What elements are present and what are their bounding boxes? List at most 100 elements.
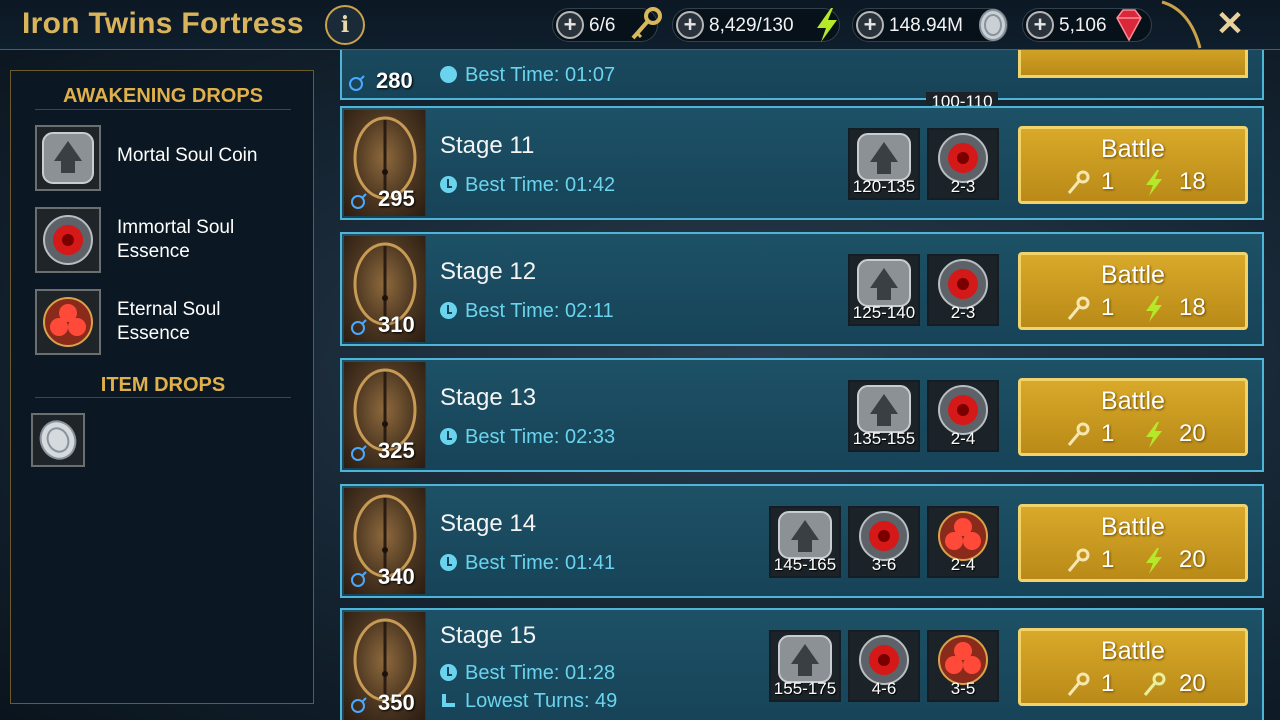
keys-value: 6/6	[589, 15, 616, 36]
close-button[interactable]: ✕	[1208, 4, 1252, 46]
clock-icon	[440, 428, 457, 445]
keys-cost: 1	[1101, 420, 1115, 447]
stage-lowest-turns: Lowest Turns: 49	[440, 690, 617, 713]
section-divider	[35, 397, 291, 398]
reward-immortal-soul-essence[interactable]: 2-3	[927, 128, 999, 200]
reward-qty: 155-175	[773, 679, 837, 698]
reward-immortal-soul-essence[interactable]: 2-4	[927, 380, 999, 452]
stage-name: Stage 11	[440, 132, 535, 159]
silver-coin-icon	[979, 9, 1007, 41]
silver-resource: + 148.94M	[852, 8, 1008, 42]
stage-card-13: 325 Stage 13 Best Time: 02:33 135-155 2-…	[340, 358, 1264, 472]
power-icon	[349, 75, 365, 91]
add-energy-button[interactable]: +	[676, 11, 704, 39]
keys-resource: + 6/6	[552, 7, 662, 42]
key-icon	[1067, 548, 1090, 572]
keys-cost: 1	[1101, 670, 1115, 697]
add-keys-button[interactable]: +	[556, 11, 584, 39]
key-icon	[1067, 672, 1090, 696]
battle-button[interactable]	[1018, 50, 1248, 78]
drop-item-eternal-soul-essence[interactable]: Eternal Soul Essence	[35, 289, 305, 357]
battle-button[interactable]: Battle 1 18	[1018, 252, 1248, 330]
battle-label: Battle	[1101, 387, 1165, 415]
silver-value: 148.94M	[889, 15, 963, 36]
reward-immortal-soul-essence[interactable]: 3-6	[848, 506, 920, 578]
reward-qty: 2-4	[950, 555, 976, 574]
reward-mortal-soul-coin[interactable]: 120-135	[848, 128, 920, 200]
battle-button[interactable]: Battle 1 20	[1018, 504, 1248, 582]
power-icon	[351, 445, 367, 461]
energy-bolt-icon	[1146, 170, 1162, 196]
energy-bolt-icon	[1146, 548, 1162, 574]
stage-name: Stage 14	[440, 510, 537, 537]
stage-card-11: 295 Stage 11 Best Time: 01:42 120-135 2-…	[340, 106, 1264, 220]
key-icon	[1067, 422, 1090, 446]
battle-button[interactable]: Battle 1 20	[1018, 628, 1248, 706]
key-icon	[1067, 170, 1090, 194]
energy-cost: 18	[1179, 168, 1206, 195]
page-title: Iron Twins Fortress	[22, 7, 304, 40]
gem-icon	[1116, 9, 1142, 42]
reward-qty: 135-155	[852, 429, 916, 448]
drop-label: Mortal Soul Coin	[117, 145, 258, 166]
keys-cost: 1	[1101, 168, 1115, 195]
info-button[interactable]: i	[325, 5, 365, 45]
silver-coin-icon	[39, 420, 77, 460]
energy-value: 8,429/130	[709, 15, 794, 36]
section-divider	[35, 109, 291, 110]
key-icon	[631, 7, 662, 40]
add-silver-button[interactable]: +	[856, 11, 884, 39]
reward-mortal-soul-coin[interactable]: 145-165	[769, 506, 841, 578]
reward-qty: 2-4	[950, 429, 976, 448]
stage-best-time: Best Time: 02:33	[440, 426, 615, 449]
energy-bolt-icon	[1146, 296, 1162, 322]
item-drop-silver-coin[interactable]	[31, 413, 85, 467]
awakening-drops-title: AWAKENING DROPS	[62, 85, 264, 107]
stage-power: 295	[378, 186, 415, 211]
reward-mortal-soul-coin[interactable]: 155-175	[769, 630, 841, 702]
stage-boss-thumbnail: 350	[344, 612, 426, 720]
stage-card-15: 350 Stage 15 Best Time: 01:28 Lowest Tur…	[340, 608, 1264, 720]
reward-eternal-soul-essence[interactable]: 2-4	[927, 506, 999, 578]
keys-cost: 1	[1101, 546, 1115, 573]
energy-cost: 20	[1179, 670, 1206, 697]
battle-button[interactable]: Battle 1 20	[1018, 378, 1248, 456]
clock-icon	[440, 176, 457, 193]
energy-bolt-icon	[817, 8, 837, 42]
stage-power: 310	[378, 312, 415, 337]
drop-item-mortal-soul-coin[interactable]: Mortal Soul Coin	[35, 125, 305, 193]
stage-name: Stage 15	[440, 622, 537, 649]
energy-cost: 20	[1179, 420, 1206, 447]
clock-icon	[440, 302, 457, 319]
mortal-soul-coin-icon	[35, 125, 101, 191]
battle-button[interactable]: Battle 1 18	[1018, 126, 1248, 204]
stage-card-12: 310 Stage 12 Best Time: 02:11 125-140 2-…	[340, 232, 1264, 346]
reward-eternal-soul-essence[interactable]: 3-5	[927, 630, 999, 702]
stage-card-partial: 280 Best Time: 01:07 100-110	[340, 50, 1264, 112]
drop-item-immortal-soul-essence[interactable]: Immortal Soul Essence	[35, 207, 305, 275]
reward-mortal-soul-coin[interactable]: 135-155	[848, 380, 920, 452]
reward-immortal-soul-essence[interactable]: 2-3	[927, 254, 999, 326]
battle-label: Battle	[1101, 135, 1165, 163]
key-icon	[1067, 296, 1090, 320]
stage-best-time: Best Time: 01:28	[440, 662, 615, 685]
stage-best-time: Best Time: 02:11	[440, 300, 614, 323]
power-icon	[351, 193, 367, 209]
reward-qty: 145-165	[773, 555, 837, 574]
reward-qty: 2-3	[950, 177, 976, 196]
reward-immortal-soul-essence[interactable]: 4-6	[848, 630, 920, 702]
battle-label: Battle	[1101, 513, 1165, 541]
stage-card-14: 340 Stage 14 Best Time: 01:41 145-165 3-…	[340, 484, 1264, 598]
add-gems-button[interactable]: +	[1026, 11, 1054, 39]
turns-icon	[442, 694, 455, 707]
battle-label: Battle	[1101, 637, 1165, 665]
power-icon	[351, 319, 367, 335]
stage-boss-thumbnail: 295	[344, 110, 426, 216]
eternal-soul-essence-icon	[35, 289, 101, 355]
corner-ornament-icon	[1161, 0, 1202, 49]
reward-mortal-soul-coin[interactable]: 125-140	[848, 254, 920, 326]
keys-cost: 1	[1101, 294, 1115, 321]
stage-best-time: Best Time: 01:42	[440, 174, 615, 197]
clock-icon	[440, 554, 457, 571]
energy-bolt-icon	[1146, 422, 1162, 448]
